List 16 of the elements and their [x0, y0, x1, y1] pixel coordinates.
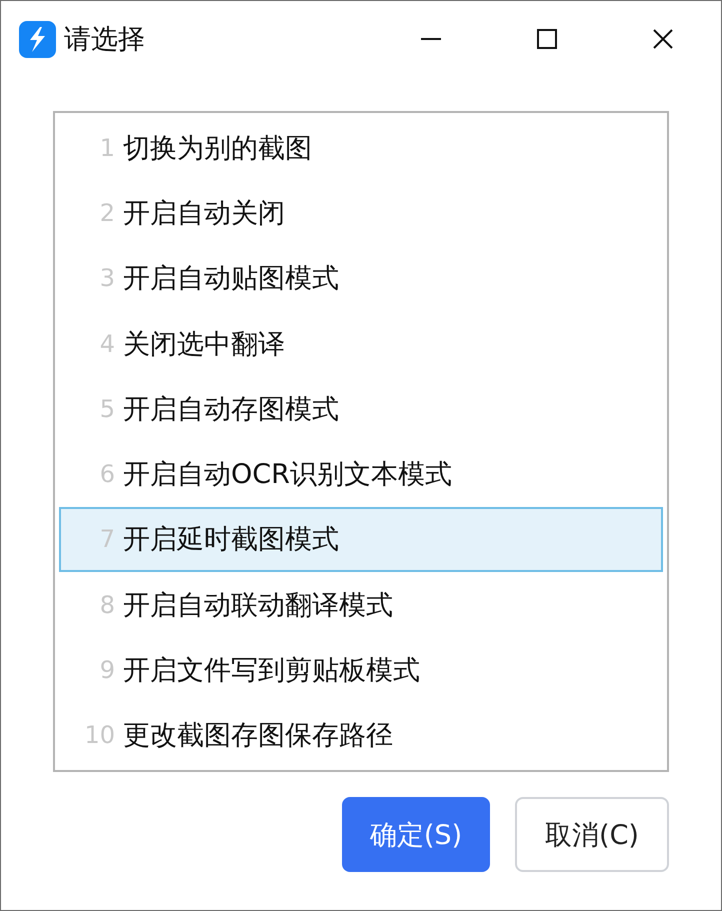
item-label: 开启自动贴图模式: [123, 262, 339, 296]
item-label: 开启自动OCR识别文本模式: [123, 458, 452, 492]
item-label: 切换为别的截图: [123, 132, 312, 166]
confirm-button[interactable]: 确定(S): [342, 797, 490, 872]
item-label: 开启自动存图模式: [123, 392, 339, 427]
close-icon[interactable]: [652, 28, 674, 50]
item-label: 更改截图存图保存路径: [123, 719, 393, 754]
item-label: 开启延时截图模式: [123, 523, 339, 558]
window-title: 请选择: [64, 23, 146, 57]
item-label: 开启文件写到剪贴板模式: [123, 654, 420, 688]
item-label: 开启自动关闭: [123, 196, 285, 231]
cancel-button[interactable]: 取消(C): [515, 797, 669, 872]
item-label: 关闭选中翻译: [123, 328, 285, 362]
lightning-app-icon: [19, 20, 56, 58]
item-label: 开启自动联动翻译模式: [123, 588, 393, 623]
maximize-icon[interactable]: [536, 28, 558, 50]
